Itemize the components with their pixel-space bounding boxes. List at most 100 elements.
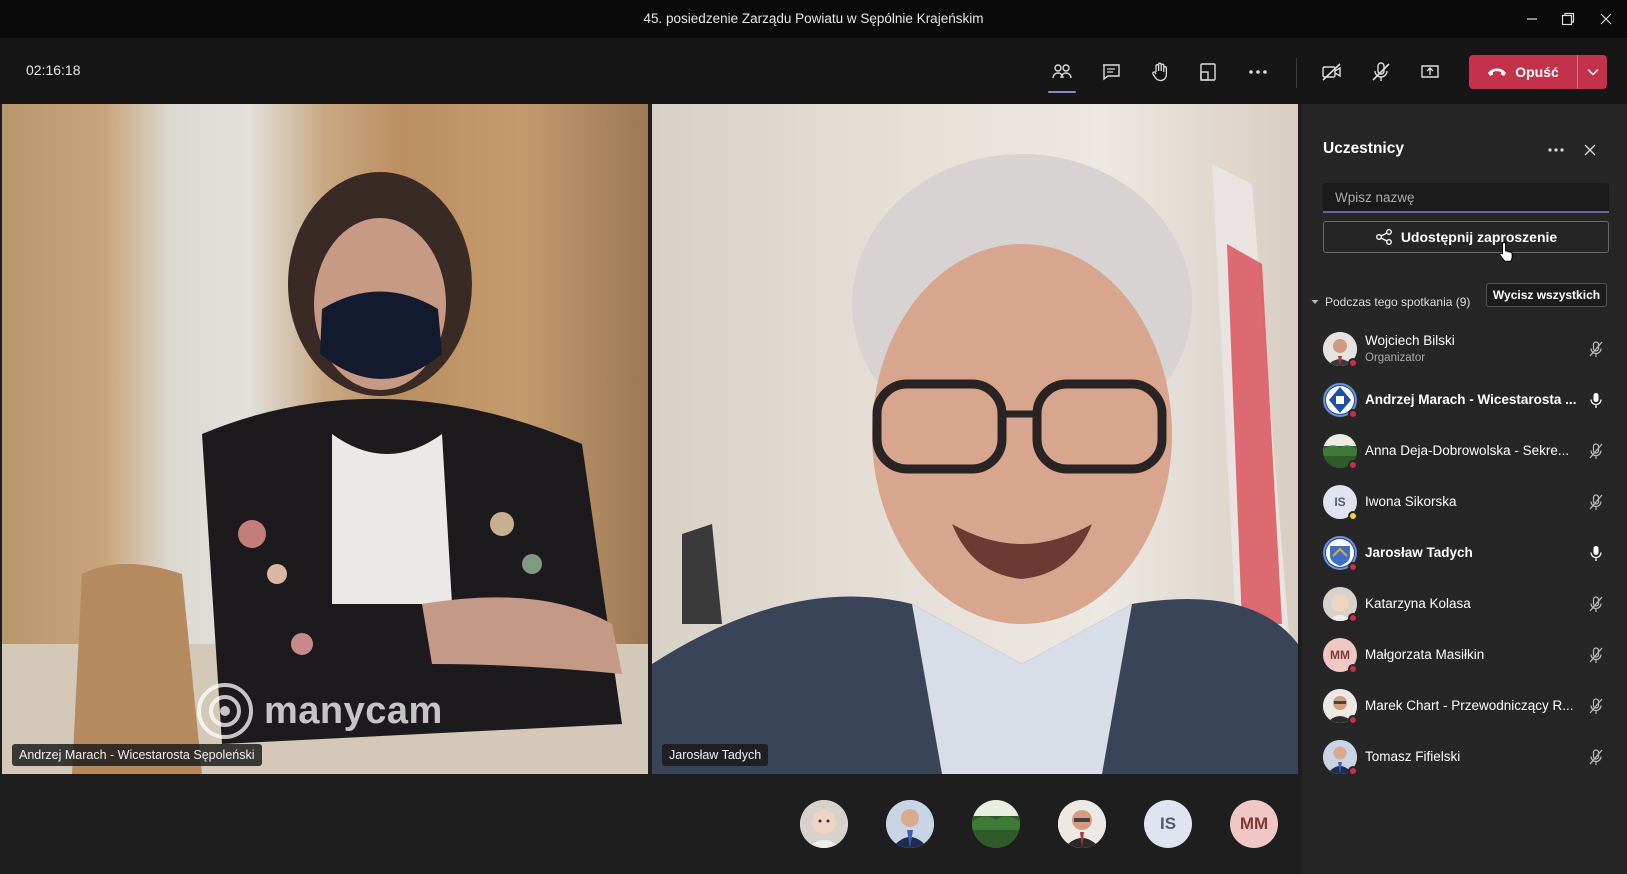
mic-muted-icon: [1589, 443, 1603, 459]
meeting-toolbar: 02:16:18 Opuść: [0, 38, 1627, 104]
participant-row[interactable]: Anna Deja-Dobrowolska - Sekre...: [1302, 426, 1627, 477]
close-icon: [1600, 13, 1612, 25]
share-screen-button[interactable]: [1412, 54, 1448, 90]
call-timer: 02:16:18: [26, 62, 81, 78]
camera-toggle-button[interactable]: [1314, 54, 1350, 90]
participant-name: Jarosław Tadych: [1365, 545, 1473, 560]
video-tile-jaroslaw-tadych[interactable]: Jarosław Tadych: [652, 104, 1298, 774]
manycam-watermark: manycam: [196, 682, 443, 740]
mic-on-icon: [1590, 546, 1602, 561]
chat-button[interactable]: [1093, 54, 1129, 90]
status-busy-indicator: [1348, 409, 1358, 419]
strip-avatar[interactable]: [1058, 800, 1106, 848]
share-invite-button[interactable]: Udostępnij zaproszenie: [1323, 221, 1609, 253]
rooms-button[interactable]: [1190, 54, 1226, 90]
breakout-rooms-icon: [1200, 63, 1216, 81]
leave-button[interactable]: Opuść: [1469, 55, 1607, 89]
more-icon: [1249, 70, 1267, 74]
strip-avatar-initials[interactable]: IS: [1144, 800, 1192, 848]
hang-up-icon: [1488, 68, 1507, 76]
mic-muted-icon: [1589, 494, 1603, 510]
people-icon: [1052, 64, 1072, 79]
status-busy-indicator: [1348, 715, 1358, 725]
leave-label: Opuść: [1515, 64, 1559, 80]
participant-row[interactable]: Andrzej Marach - Wicestarosta ...: [1302, 375, 1627, 426]
participant-name: Tomasz Fifielski: [1365, 749, 1461, 764]
participant-list: Wojciech Bilski Organizator Andrzej Mara…: [1302, 324, 1627, 783]
mic-muted-icon: [1589, 596, 1603, 612]
hand-icon: [1152, 62, 1168, 82]
participant-row[interactable]: Tomasz Fifielski: [1302, 732, 1627, 783]
status-busy-indicator: [1348, 664, 1358, 674]
restore-button[interactable]: [1550, 6, 1586, 32]
participant-name: Marek Chart - Przewodniczący R...: [1365, 698, 1574, 713]
participants-button[interactable]: [1044, 54, 1080, 93]
panel-more-button[interactable]: [1542, 138, 1570, 162]
chat-icon: [1103, 64, 1120, 81]
toolbar-divider: [1296, 58, 1297, 88]
close-window-button[interactable]: [1588, 6, 1624, 32]
raise-hand-button[interactable]: [1142, 54, 1178, 90]
participants-panel: Uczestnicy Udostępnij zaproszenie Podcza…: [1302, 104, 1627, 874]
camera-off-icon: [1322, 63, 1341, 81]
restore-icon: [1561, 12, 1575, 26]
participant-row[interactable]: IS Iwona Sikorska: [1302, 477, 1627, 528]
title-bar: 45. posiedzenie Zarządu Powiatu w Sępóln…: [0, 0, 1627, 38]
mic-toggle-button[interactable]: [1363, 54, 1399, 90]
section-toggle[interactable]: Podczas tego spotkania (9): [1311, 295, 1470, 309]
participant-strip: IS MM: [800, 800, 1278, 852]
status-busy-indicator: [1348, 358, 1358, 368]
video-feed-woman-masked: [2, 172, 648, 774]
mute-all-button[interactable]: Wycisz wszystkich: [1486, 283, 1607, 307]
hand-cursor-icon: [1499, 241, 1513, 262]
participant-row[interactable]: Jarosław Tadych: [1302, 528, 1627, 579]
more-actions-button[interactable]: [1240, 54, 1276, 90]
more-icon: [1548, 148, 1564, 152]
strip-avatar[interactable]: [800, 800, 848, 848]
status-away-indicator: [1348, 511, 1358, 521]
manycam-logo-icon: [197, 683, 253, 739]
video-stage: manycam Andrzej Marach - Wicestarosta Sę…: [0, 104, 1300, 874]
video-feed-man-glasses: [652, 154, 1298, 774]
mic-muted-icon: [1589, 749, 1603, 765]
mic-muted-icon: [1589, 341, 1603, 357]
mic-off-icon: [1372, 62, 1390, 81]
participant-role: Organizator: [1365, 352, 1426, 364]
panel-close-button[interactable]: [1578, 138, 1602, 162]
chevron-down-icon: [1311, 300, 1319, 304]
status-busy-indicator: [1348, 562, 1358, 572]
status-busy-indicator: [1348, 613, 1358, 623]
mic-muted-icon: [1589, 698, 1603, 714]
video-tile-andrzej-marach[interactable]: manycam Andrzej Marach - Wicestarosta Sę…: [2, 104, 648, 774]
participant-name: Iwona Sikorska: [1365, 494, 1457, 509]
video-name-tag: Jarosław Tadych: [662, 744, 769, 766]
mic-on-icon: [1590, 393, 1602, 408]
video-name-tag: Andrzej Marach - Wicestarosta Sępoleński: [12, 744, 262, 766]
share-tray-icon: [1421, 65, 1439, 78]
participant-row[interactable]: MM Małgorzata Masiłkin: [1302, 630, 1627, 681]
participant-name: Anna Deja-Dobrowolska - Sekre...: [1365, 443, 1570, 458]
participant-search-input[interactable]: [1323, 183, 1609, 213]
leave-main[interactable]: Opuść: [1469, 55, 1577, 89]
participant-row[interactable]: Marek Chart - Przewodniczący R...: [1302, 681, 1627, 732]
minimize-button[interactable]: [1514, 6, 1550, 32]
minimize-icon: [1527, 18, 1537, 20]
participant-row[interactable]: Katarzyna Kolasa: [1302, 579, 1627, 630]
strip-avatar[interactable]: [972, 800, 1020, 848]
photo-forest-icon: [972, 800, 1020, 848]
participant-name: Andrzej Marach - Wicestarosta ...: [1365, 392, 1577, 407]
share-icon: [1375, 229, 1392, 245]
watermark-text: manycam: [264, 689, 443, 732]
photo-man-suit-icon: [886, 800, 934, 848]
chevron-down-icon: [1586, 68, 1599, 76]
participant-row[interactable]: Wojciech Bilski Organizator: [1302, 324, 1627, 375]
participant-name: Wojciech Bilski: [1365, 333, 1455, 348]
participant-name: Katarzyna Kolasa: [1365, 596, 1471, 611]
strip-avatar[interactable]: [886, 800, 934, 848]
strip-avatar-initials[interactable]: MM: [1230, 800, 1278, 848]
share-invite-label: Udostępnij zaproszenie: [1400, 229, 1558, 245]
panel-title: Uczestnicy: [1323, 140, 1404, 157]
mic-muted-icon: [1589, 647, 1603, 663]
leave-options-button[interactable]: [1577, 55, 1607, 89]
close-icon: [1584, 144, 1596, 156]
